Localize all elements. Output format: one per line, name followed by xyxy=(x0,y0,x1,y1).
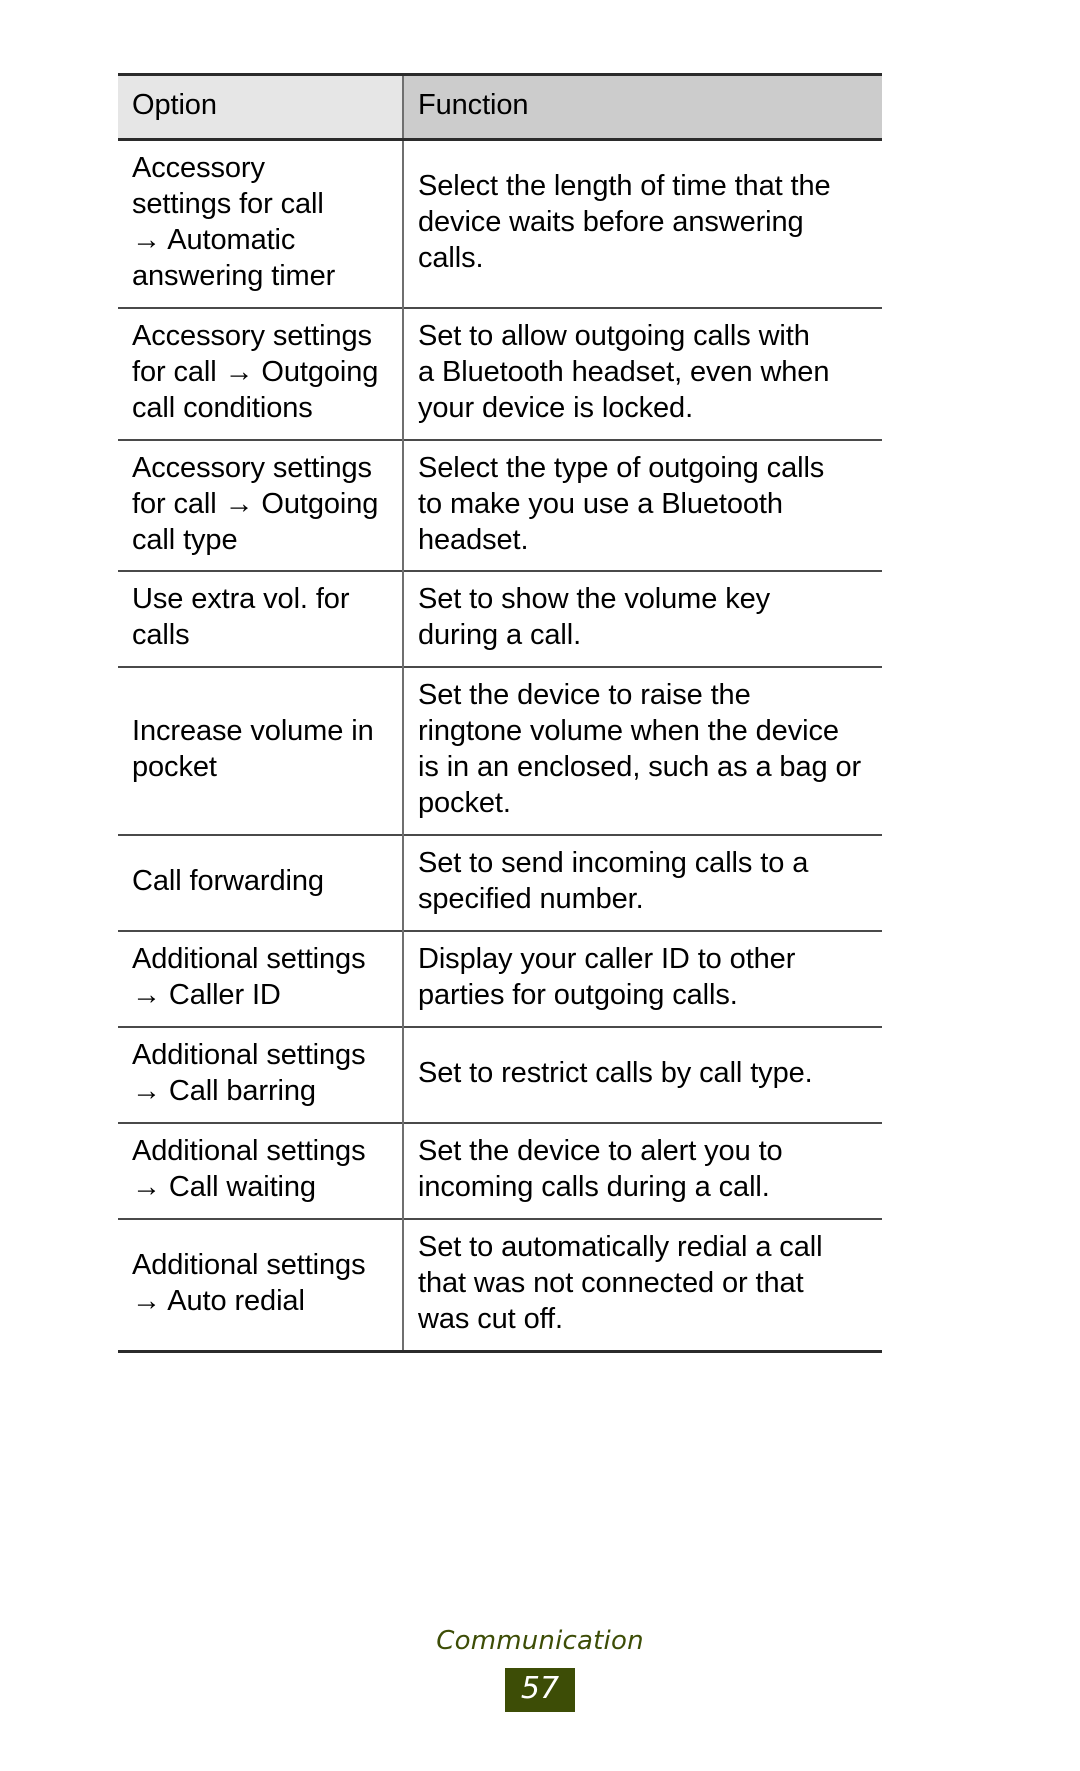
table-row: Use extra vol. for calls Set to show the… xyxy=(118,571,882,668)
function-cell: Select the type of outgoing calls to mak… xyxy=(402,439,882,572)
option-text: Accessory settings for call → Outgoing c… xyxy=(132,451,379,556)
function-text: Set to allow outgoing calls with a Bluet… xyxy=(418,319,830,424)
option-text: Use extra vol. for calls xyxy=(132,583,350,652)
option-text: Accessory settings for call → Outgoing c… xyxy=(132,319,379,424)
table-header-row: Option Function xyxy=(118,74,882,140)
document-page: Option Function Accessory settings for c… xyxy=(0,0,1080,1771)
table-body: Accessory settings for call → Automatic … xyxy=(118,139,882,1352)
function-cell: Set to send incoming calls to a specifie… xyxy=(402,835,882,932)
function-cell: Display your caller ID to other parties … xyxy=(402,931,882,1028)
table-row: Additional settings → Caller ID Display … xyxy=(118,931,882,1028)
function-cell: Set to show the volume key during a call… xyxy=(402,571,882,668)
option-text: Accessory settings for call → Automatic … xyxy=(132,151,336,292)
table-header: Option Function xyxy=(118,74,882,140)
page-footer: Communication 57 xyxy=(0,1628,1080,1712)
option-cell: Accessory settings for call → Outgoing c… xyxy=(118,440,403,572)
option-cell: Additional settings → Caller ID xyxy=(118,931,403,1027)
function-text: Set to show the volume key during a call… xyxy=(418,583,771,652)
option-text: Additional settings → Caller ID xyxy=(132,943,366,1012)
column-header-option: Option xyxy=(118,74,403,140)
function-text: Set to restrict calls by call type. xyxy=(418,1056,813,1089)
table-row: Accessory settings for call → Automatic … xyxy=(118,139,882,308)
table-row: Additional settings → Auto redial Set to… xyxy=(118,1218,882,1352)
option-cell: Accessory settings for call → Automatic … xyxy=(118,139,403,307)
function-text: Set the device to raise the ringtone vol… xyxy=(418,679,862,820)
table-row: Accessory settings for call → Outgoing c… xyxy=(118,439,882,572)
chapter-label: Communication xyxy=(436,1626,644,1656)
page-number-wrapper: 57 xyxy=(0,1668,1080,1712)
options-function-table: Option Function Accessory settings for c… xyxy=(118,73,882,1353)
option-cell: Additional settings → Auto redial xyxy=(118,1219,403,1351)
function-cell: Set to restrict calls by call type. xyxy=(402,1027,882,1123)
option-cell: Additional settings → Call barring xyxy=(118,1027,403,1123)
function-text: Select the length of time that the devic… xyxy=(418,169,831,274)
option-cell: Accessory settings for call → Outgoing c… xyxy=(118,308,403,440)
function-text: Set to automatically redial a call that … xyxy=(418,1230,823,1335)
table-row: Increase volume in pocket Set the device… xyxy=(118,667,882,836)
table-row: Additional settings → Call barring Set t… xyxy=(118,1027,882,1123)
column-header-function: Function xyxy=(402,74,882,140)
function-cell: Set to automatically redial a call that … xyxy=(402,1218,882,1352)
function-cell: Set the device to raise the ringtone vol… xyxy=(402,667,882,836)
table-row: Accessory settings for call → Outgoing c… xyxy=(118,307,882,440)
option-text: Call forwarding xyxy=(132,865,324,898)
page-number-badge: 57 xyxy=(504,1668,576,1712)
option-cell: Increase volume in pocket xyxy=(118,667,403,835)
option-cell: Use extra vol. for calls xyxy=(118,571,403,667)
function-cell: Set the device to alert you to incoming … xyxy=(402,1122,882,1219)
function-cell: Set to allow outgoing calls with a Bluet… xyxy=(402,307,882,440)
option-cell: Call forwarding xyxy=(118,835,403,931)
function-text: Display your caller ID to other parties … xyxy=(418,943,796,1012)
table-row: Additional settings → Call waiting Set t… xyxy=(118,1122,882,1219)
function-text: Set the device to alert you to incoming … xyxy=(418,1134,783,1203)
option-text: Increase volume in pocket xyxy=(132,715,374,784)
option-text: Additional settings → Call waiting xyxy=(132,1134,366,1203)
function-text: Select the type of outgoing calls to mak… xyxy=(418,451,825,556)
option-cell: Additional settings → Call waiting xyxy=(118,1123,403,1219)
function-text: Set to send incoming calls to a specifie… xyxy=(418,847,809,916)
option-text: Additional settings → Auto redial xyxy=(132,1248,366,1317)
option-text: Additional settings → Call barring xyxy=(132,1039,366,1107)
function-cell: Select the length of time that the devic… xyxy=(402,139,882,308)
table-row: Call forwarding Set to send incoming cal… xyxy=(118,835,882,932)
